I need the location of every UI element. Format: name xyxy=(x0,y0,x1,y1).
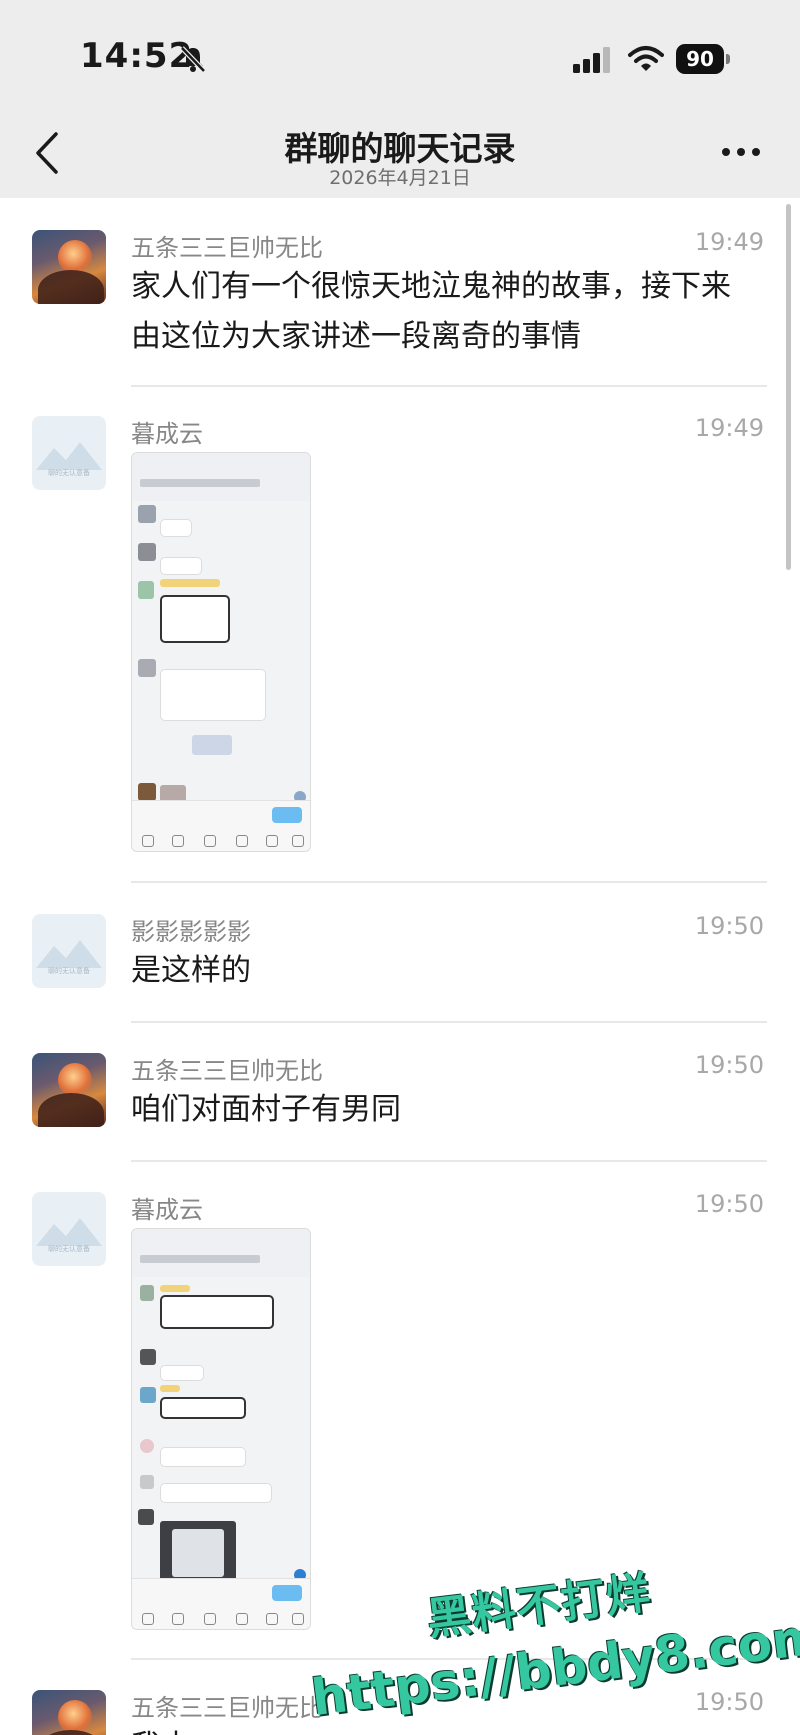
message-item: 聊的无认意备 影影影影影 19:50 是这样的 xyxy=(0,910,800,1024)
avatar[interactable] xyxy=(32,1053,106,1127)
avatar[interactable] xyxy=(32,1690,106,1735)
divider xyxy=(131,881,767,883)
image-attachment[interactable] xyxy=(131,1228,311,1630)
sender-name: 暮成云 xyxy=(131,1196,203,1224)
avatar[interactable]: 聊的无认意备 xyxy=(32,1192,106,1266)
placeholder-mountain-icon xyxy=(36,1218,102,1246)
avatar-caption: 聊的无认意备 xyxy=(48,967,90,975)
message-item: 聊的无认意备 暮成云 19:49 xyxy=(0,412,800,883)
battery-level: 90 xyxy=(676,44,724,74)
message-item: 聊的无认意备 暮成云 19:50 xyxy=(0,1188,800,1660)
message-text: 我去 xyxy=(131,1722,751,1735)
message-time: 19:49 xyxy=(694,228,764,256)
page-date: 2026年4月21日 xyxy=(329,167,471,189)
message-text: 是这样的 xyxy=(131,953,251,988)
cellular-signal-icon xyxy=(573,47,610,73)
image-attachment[interactable] xyxy=(131,452,311,852)
avatar-caption: 聊的无认意备 xyxy=(48,469,90,477)
battery-icon: 90 xyxy=(676,44,732,74)
sender-name: 五条三三巨帅无比 xyxy=(131,234,323,262)
message-time: 19:50 xyxy=(694,1688,764,1716)
sender-name: 暮成云 xyxy=(131,420,203,448)
sender-name: 五条三三巨帅无比 xyxy=(131,1057,323,1085)
more-options-icon[interactable] xyxy=(722,148,762,158)
message-item: 五条三三巨帅无比 19:50 咱们对面村子有男同 xyxy=(0,1049,800,1163)
avatar-caption: 聊的无认意备 xyxy=(48,1245,90,1253)
message-text: 家人们有一个很惊天地泣鬼神的故事，接下来由这位为大家讲述一段离奇的事情 xyxy=(131,269,731,354)
placeholder-mountain-icon xyxy=(36,940,102,968)
divider xyxy=(131,385,767,387)
wifi-icon xyxy=(628,46,664,71)
divider xyxy=(131,1021,767,1023)
message-time: 19:49 xyxy=(694,414,764,442)
status-time: 14:52 xyxy=(80,36,194,76)
sender-name: 五条三三巨帅无比 xyxy=(131,1694,323,1722)
avatar[interactable]: 聊的无认意备 xyxy=(32,914,106,988)
avatar[interactable] xyxy=(32,230,106,304)
divider xyxy=(131,1160,767,1162)
message-time: 19:50 xyxy=(694,1190,764,1218)
message-item: 五条三三巨帅无比 19:49 家人们有一个很惊天地泣鬼神的故事，接下来由这位为大… xyxy=(0,226,800,387)
message-text: 咱们对面村子有男同 xyxy=(131,1092,401,1127)
placeholder-mountain-icon xyxy=(36,442,102,470)
bell-muted-icon xyxy=(180,46,206,73)
avatar[interactable]: 聊的无认意备 xyxy=(32,416,106,490)
message-time: 19:50 xyxy=(694,1051,764,1079)
sender-name: 影影影影影 xyxy=(131,918,251,946)
message-time: 19:50 xyxy=(694,912,764,940)
